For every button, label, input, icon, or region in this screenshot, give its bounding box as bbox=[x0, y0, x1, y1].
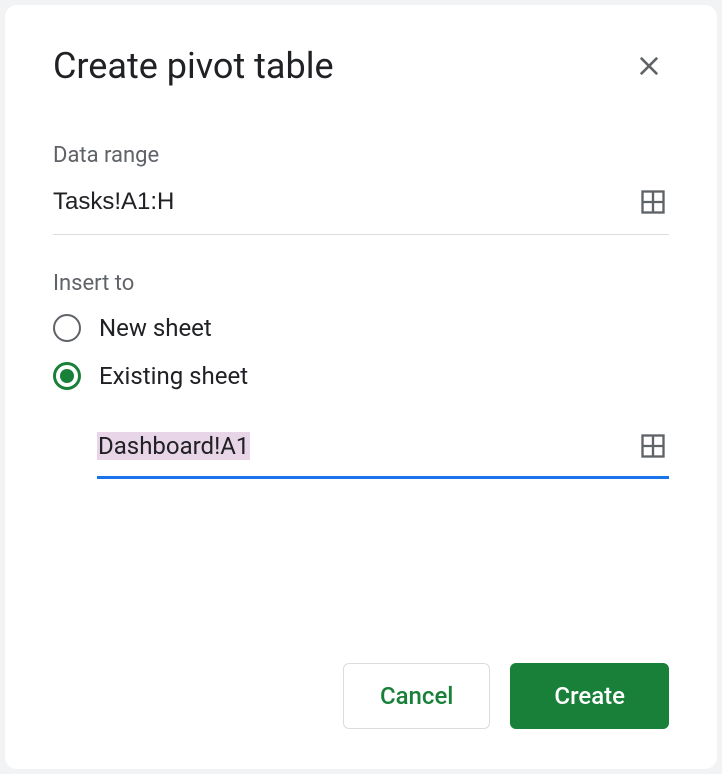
data-range-input[interactable] bbox=[53, 188, 637, 216]
create-pivot-table-dialog: Create pivot table Data range Insert to … bbox=[5, 5, 717, 769]
dialog-title: Create pivot table bbox=[53, 45, 334, 87]
data-range-label: Data range bbox=[53, 143, 669, 168]
radio-label-new-sheet: New sheet bbox=[99, 314, 212, 342]
grid-icon bbox=[639, 432, 667, 460]
cancel-button[interactable]: Cancel bbox=[343, 663, 490, 729]
existing-sheet-input-row[interactable]: Dashboard!A1 bbox=[97, 430, 669, 479]
radio-existing-sheet[interactable]: Existing sheet bbox=[53, 362, 669, 390]
insert-to-radio-group: New sheet Existing sheet bbox=[53, 314, 669, 390]
select-existing-sheet-button[interactable] bbox=[637, 430, 669, 462]
close-button[interactable] bbox=[629, 46, 669, 86]
select-data-range-button[interactable] bbox=[637, 186, 669, 218]
radio-dot-icon bbox=[60, 369, 74, 383]
close-icon bbox=[635, 52, 663, 80]
create-button[interactable]: Create bbox=[510, 663, 669, 729]
insert-to-label: Insert to bbox=[53, 271, 669, 296]
dialog-button-row: Cancel Create bbox=[53, 663, 669, 729]
radio-circle-selected-icon bbox=[53, 362, 81, 390]
grid-icon bbox=[639, 188, 667, 216]
dialog-header: Create pivot table bbox=[53, 45, 669, 87]
radio-new-sheet[interactable]: New sheet bbox=[53, 314, 669, 342]
radio-circle-icon bbox=[53, 314, 81, 342]
data-range-row bbox=[53, 186, 669, 235]
radio-label-existing-sheet: Existing sheet bbox=[99, 362, 248, 390]
existing-sheet-value: Dashboard!A1 bbox=[97, 432, 250, 460]
